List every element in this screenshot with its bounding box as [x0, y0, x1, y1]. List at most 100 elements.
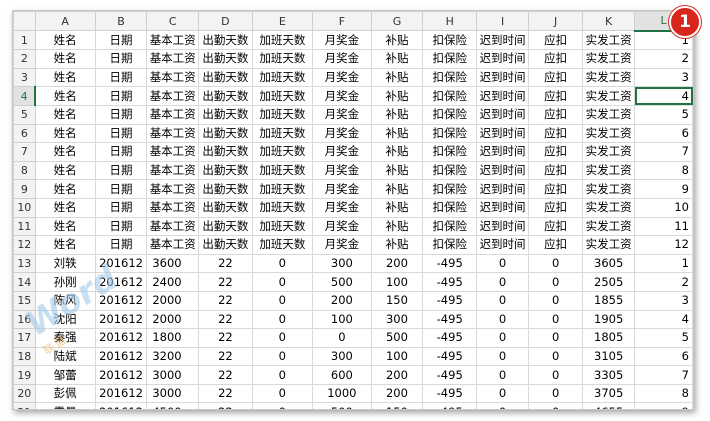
cell-G[interactable]: 150 — [370, 402, 424, 409]
column-header-C[interactable]: C — [146, 11, 200, 32]
cell-B[interactable]: 日期 — [94, 49, 148, 69]
cell-H[interactable]: -495 — [422, 253, 478, 274]
cell-K[interactable]: 实发工资 — [582, 49, 636, 69]
cell-A[interactable]: 姓名 — [34, 160, 96, 181]
cell-F[interactable]: 月奖金 — [311, 197, 372, 218]
cell-B[interactable]: 201612 — [94, 346, 148, 367]
cell-B[interactable]: 201612 — [94, 383, 148, 404]
row-header[interactable]: 2 — [13, 49, 36, 69]
cell-F[interactable]: 200 — [311, 290, 372, 311]
cell-G[interactable]: 300 — [370, 309, 424, 330]
cell-J[interactable]: 0 — [527, 346, 584, 367]
cell-D[interactable]: 22 — [198, 346, 253, 367]
cell-A[interactable]: 姓名 — [34, 235, 96, 255]
cell-E[interactable]: 0 — [251, 253, 313, 274]
cell-H[interactable]: 扣保险 — [422, 123, 478, 144]
cell-D[interactable]: 出勤天数 — [198, 160, 253, 181]
row-header[interactable]: 3 — [13, 67, 36, 88]
cell-C[interactable]: 3000 — [146, 365, 200, 385]
cell-K[interactable]: 实发工资 — [582, 104, 636, 125]
cell-J[interactable]: 应扣 — [527, 235, 584, 255]
cell-H[interactable]: 扣保险 — [422, 197, 478, 218]
cell-H[interactable]: 扣保险 — [422, 142, 478, 162]
cell-D[interactable]: 出勤天数 — [198, 123, 253, 144]
cell-F[interactable]: 月奖金 — [311, 160, 372, 181]
cell-I[interactable]: 0 — [476, 365, 529, 385]
cell-A[interactable]: 姓名 — [34, 216, 96, 237]
cell-C[interactable]: 基本工资 — [146, 30, 200, 51]
cell-E[interactable]: 加班天数 — [251, 179, 313, 199]
cell-I[interactable]: 0 — [476, 346, 529, 367]
cell-I[interactable]: 迟到时间 — [476, 197, 529, 218]
cell-H[interactable]: 扣保险 — [422, 216, 478, 237]
cell-E[interactable]: 加班天数 — [251, 104, 313, 125]
cell-K[interactable]: 实发工资 — [582, 235, 636, 255]
row-header[interactable]: 10 — [13, 197, 36, 218]
cell-A[interactable]: 刘轶 — [34, 253, 96, 274]
cell-B[interactable]: 日期 — [94, 30, 148, 51]
cell-E[interactable]: 0 — [251, 402, 313, 409]
cell-C[interactable]: 2400 — [146, 272, 200, 292]
cell-G[interactable]: 500 — [370, 328, 424, 348]
cell-E[interactable]: 0 — [251, 328, 313, 348]
cell-C[interactable]: 4500 — [146, 402, 200, 409]
cell-F[interactable]: 月奖金 — [311, 142, 372, 162]
cell-I[interactable]: 迟到时间 — [476, 86, 529, 106]
row-header[interactable]: 15 — [13, 290, 36, 311]
cell-I[interactable]: 迟到时间 — [476, 160, 529, 181]
cell-A[interactable]: 姓名 — [34, 123, 96, 144]
cell-L[interactable]: 8 — [634, 383, 693, 404]
cell-H[interactable]: 扣保险 — [422, 179, 478, 199]
cell-B[interactable]: 201612 — [94, 402, 148, 409]
row-header[interactable]: 21 — [13, 402, 36, 409]
cell-E[interactable]: 加班天数 — [251, 123, 313, 144]
row-header[interactable]: 11 — [13, 216, 36, 237]
cell-J[interactable]: 应扣 — [527, 123, 584, 144]
cell-G[interactable]: 补贴 — [370, 67, 424, 88]
cell-D[interactable]: 出勤天数 — [198, 86, 253, 106]
cell-I[interactable]: 迟到时间 — [476, 123, 529, 144]
cell-L[interactable]: 5 — [634, 104, 693, 125]
cell-L[interactable]: 2 — [634, 49, 693, 69]
cell-D[interactable]: 出勤天数 — [198, 67, 253, 88]
row-header[interactable]: 14 — [13, 272, 36, 292]
cell-G[interactable]: 补贴 — [370, 142, 424, 162]
cell-L[interactable]: 7 — [634, 365, 693, 385]
cell-A[interactable]: 雷昊 — [34, 402, 96, 409]
cell-D[interactable]: 22 — [198, 402, 253, 409]
cell-G[interactable]: 补贴 — [370, 104, 424, 125]
cell-K[interactable]: 3605 — [582, 253, 636, 274]
cell-G[interactable]: 补贴 — [370, 86, 424, 106]
cell-K[interactable]: 实发工资 — [582, 30, 636, 51]
cell-J[interactable]: 应扣 — [527, 179, 584, 199]
cell-L[interactable]: 6 — [634, 346, 693, 367]
cell-F[interactable]: 月奖金 — [311, 216, 372, 237]
cell-K[interactable]: 实发工资 — [582, 197, 636, 218]
cell-J[interactable]: 0 — [527, 272, 584, 292]
column-header-B[interactable]: B — [94, 11, 148, 32]
row-header[interactable]: 8 — [13, 160, 36, 181]
cell-I[interactable]: 迟到时间 — [476, 30, 529, 51]
cell-H[interactable]: -495 — [422, 346, 478, 367]
cell-G[interactable]: 100 — [370, 272, 424, 292]
cell-I[interactable]: 迟到时间 — [476, 216, 529, 237]
row-header[interactable]: 6 — [13, 123, 36, 144]
cell-J[interactable]: 0 — [527, 309, 584, 330]
cell-H[interactable]: 扣保险 — [422, 104, 478, 125]
cell-C[interactable]: 3000 — [146, 383, 200, 404]
cell-J[interactable]: 0 — [527, 383, 584, 404]
cell-A[interactable]: 彭佩 — [34, 383, 96, 404]
cell-E[interactable]: 0 — [251, 272, 313, 292]
cell-D[interactable]: 出勤天数 — [198, 104, 253, 125]
cell-K[interactable]: 3105 — [582, 346, 636, 367]
cell-J[interactable]: 应扣 — [527, 216, 584, 237]
cell-G[interactable]: 补贴 — [370, 197, 424, 218]
row-header[interactable]: 1 — [13, 30, 36, 51]
cell-A[interactable]: 姓名 — [34, 104, 96, 125]
cell-K[interactable]: 4655 — [582, 402, 636, 409]
cell-D[interactable]: 22 — [198, 365, 253, 385]
cell-H[interactable]: -495 — [422, 328, 478, 348]
cell-C[interactable]: 基本工资 — [146, 104, 200, 125]
cell-G[interactable]: 200 — [370, 383, 424, 404]
cell-D[interactable]: 出勤天数 — [198, 49, 253, 69]
